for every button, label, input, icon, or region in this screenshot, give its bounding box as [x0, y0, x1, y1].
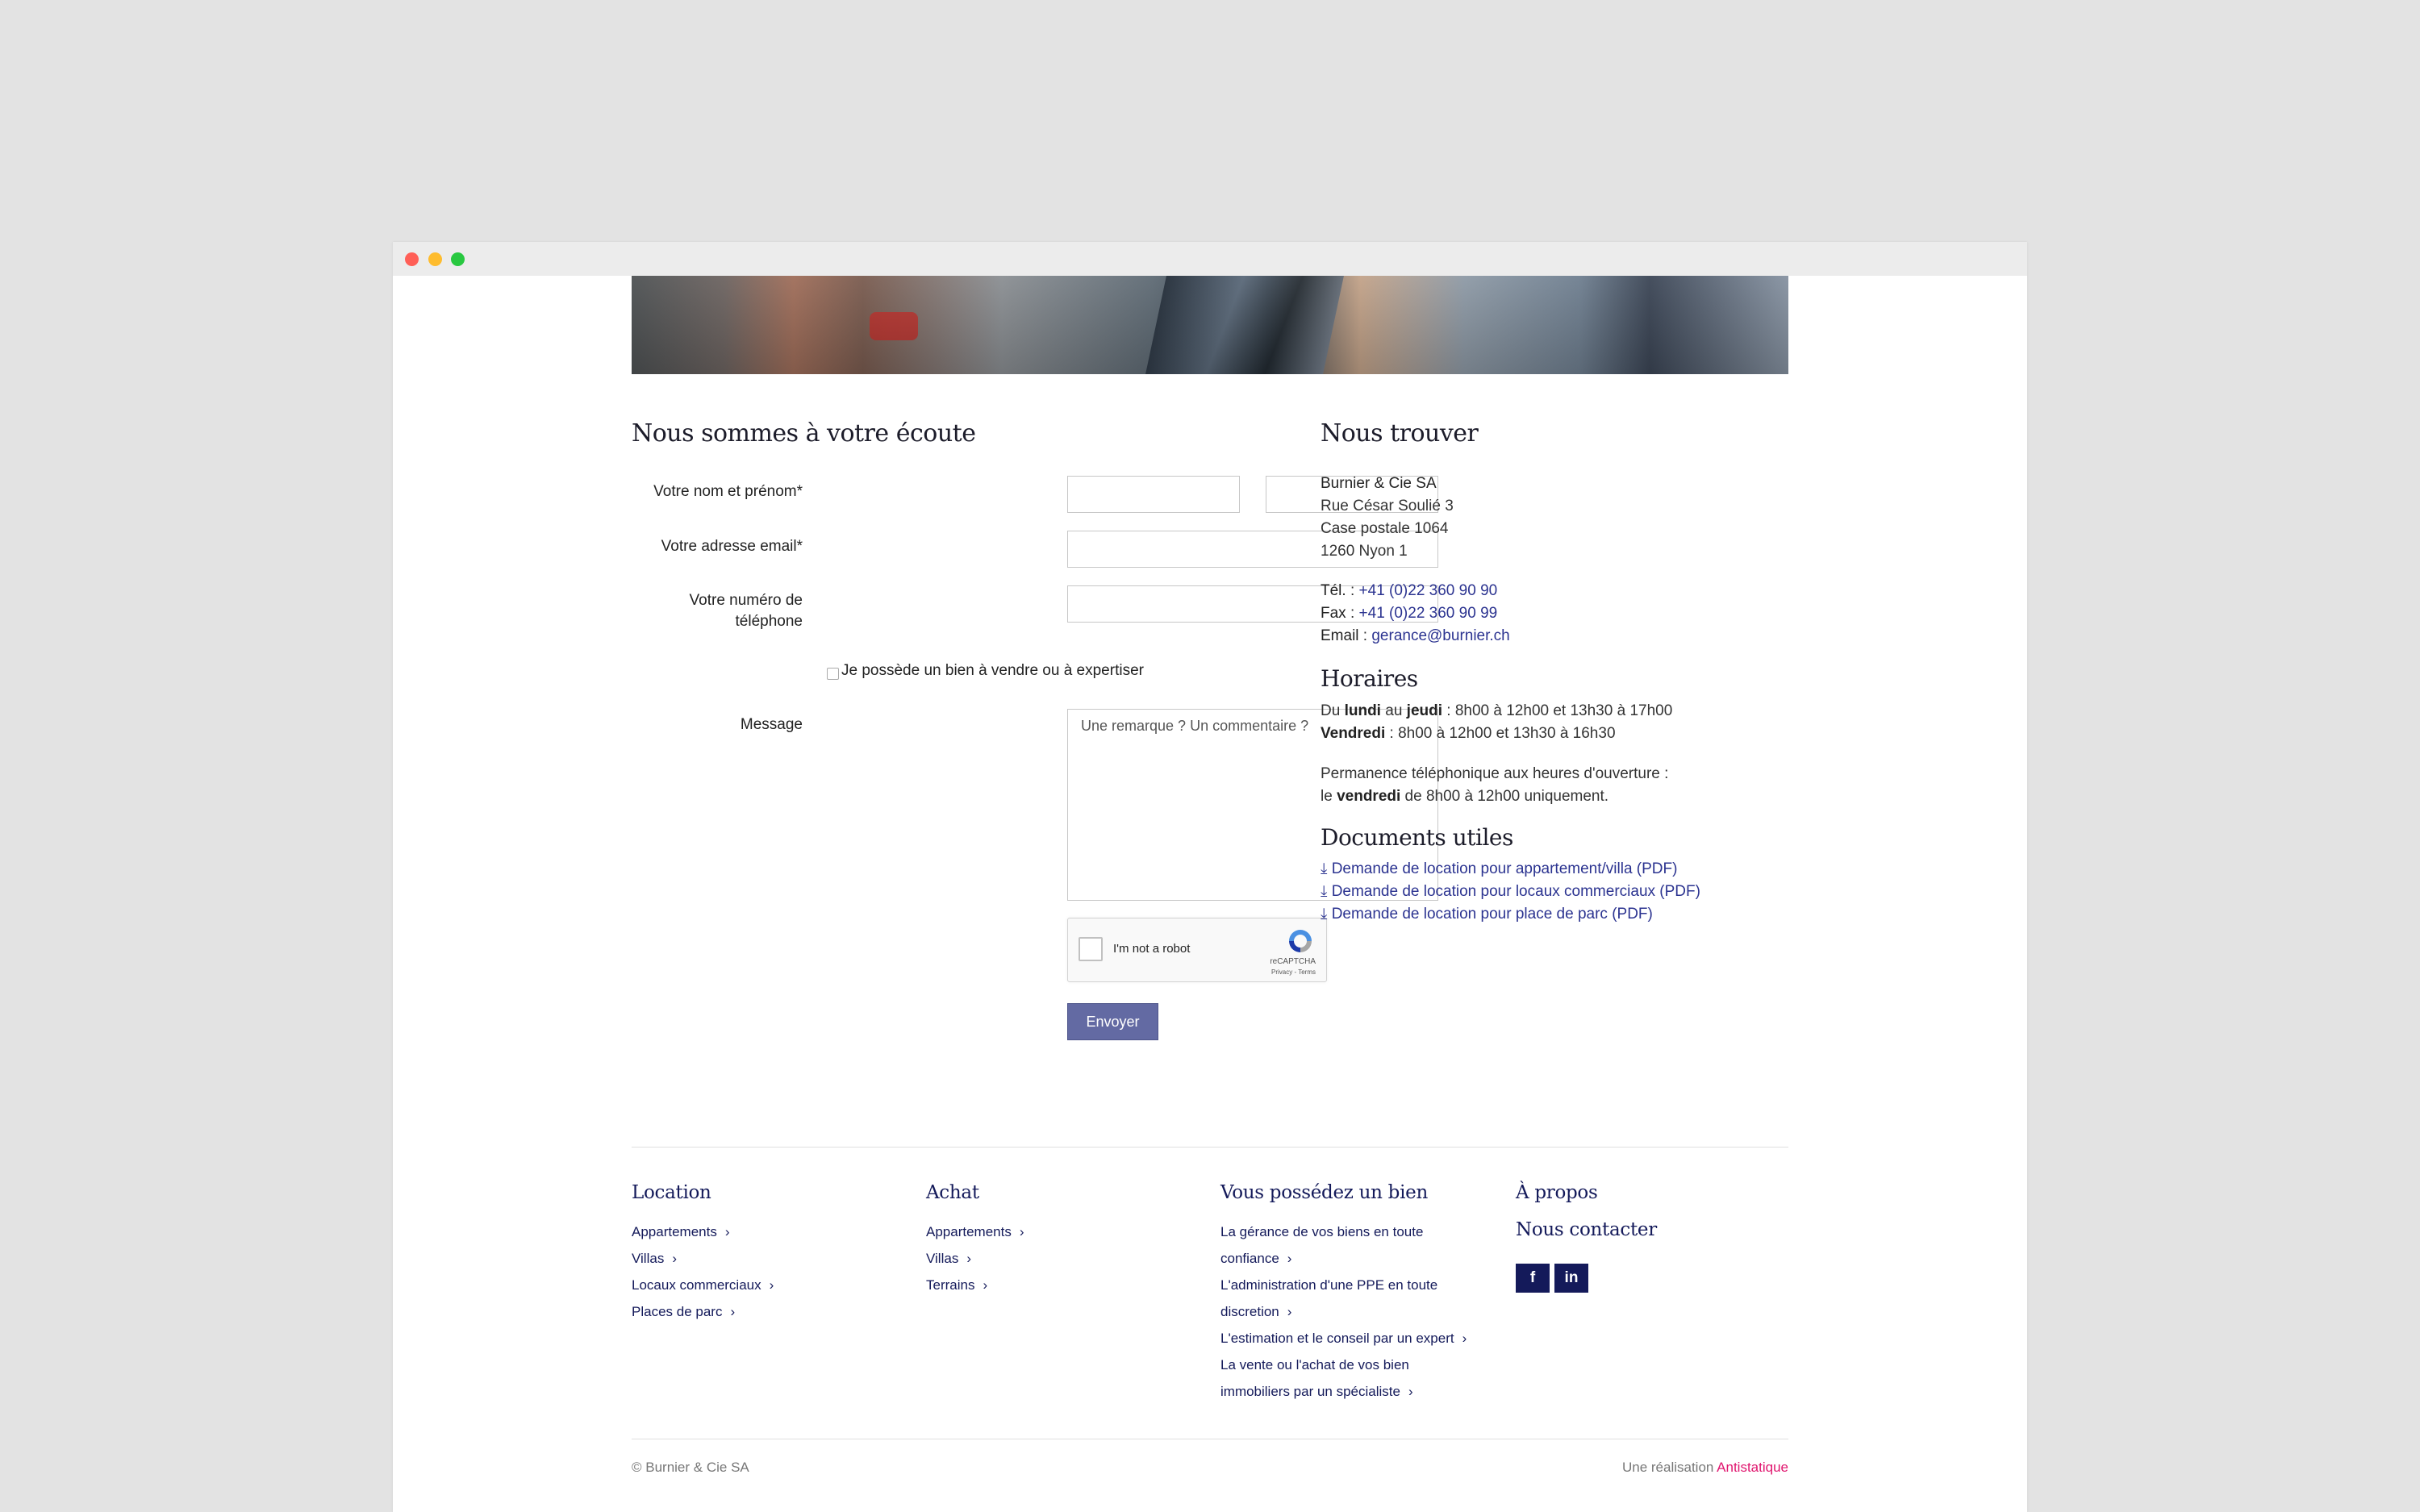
footer-link-achat-villas[interactable]: Villas › — [926, 1251, 971, 1267]
hero-image — [632, 276, 1788, 374]
credit: Une réalisation Antistatique — [1621, 1460, 1788, 1475]
address-block: Burnier & Cie SA Rue César Soulié 3 Case… — [1321, 473, 1454, 563]
footer-link-ppe[interactable]: L'administration d'une PPE en toute — [1220, 1277, 1437, 1293]
recaptcha-terms[interactable]: Privacy - Terms — [1271, 968, 1316, 976]
phone-label-line2: téléphone — [735, 613, 803, 630]
hours-title: Horaires — [1321, 665, 1418, 692]
linkedin-icon[interactable]: in — [1554, 1264, 1588, 1293]
recaptcha-logo-icon — [1289, 930, 1312, 952]
chevron-right-icon: › — [1019, 1224, 1024, 1239]
chevron-right-icon: › — [966, 1251, 971, 1266]
copyright: © Burnier & Cie SA — [632, 1460, 749, 1475]
document-link-2[interactable]: ⤓ Demande de location pour locaux commer… — [1321, 883, 1700, 901]
tel-link[interactable]: +41 (0)22 360 90 90 — [1359, 582, 1498, 599]
first-name-input[interactable] — [1067, 476, 1240, 513]
footer-link-ppe-cont[interactable]: discretion › — [1220, 1304, 1291, 1320]
minimize-window-button[interactable] — [428, 252, 442, 266]
chevron-right-icon: › — [724, 1224, 730, 1239]
footer-location-title[interactable]: Location — [632, 1182, 711, 1203]
footer-link-location-locaux[interactable]: Locaux commerciaux › — [632, 1277, 774, 1293]
form-title: Nous sommes à votre écoute — [632, 419, 976, 448]
recaptcha-widget: I'm not a robot reCAPTCHA Privacy - Term… — [1067, 918, 1327, 982]
credit-link[interactable]: Antistatique — [1717, 1460, 1788, 1475]
footer-separator — [632, 1147, 1788, 1148]
email-label-info: Email — [1321, 627, 1359, 644]
close-window-button[interactable] — [405, 252, 419, 266]
email-label: Votre adresse email* — [661, 538, 803, 555]
facebook-icon[interactable]: f — [1516, 1264, 1550, 1293]
contact-block: Tél. : +41 (0)22 360 90 90 Fax : +41 (0)… — [1321, 582, 1510, 644]
footer-link-location-parc[interactable]: Places de parc › — [632, 1304, 735, 1320]
city: 1260 Nyon 1 — [1321, 543, 1408, 560]
chevron-right-icon: › — [1287, 1304, 1292, 1319]
download-icon: ⤓ — [1321, 860, 1328, 877]
footer-link-location-villas[interactable]: Villas › — [632, 1251, 677, 1267]
maximize-window-button[interactable] — [451, 252, 465, 266]
footer-contact-link[interactable]: Nous contacter — [1516, 1219, 1657, 1240]
recaptcha-label: I'm not a robot — [1113, 942, 1191, 956]
chevron-right-icon: › — [730, 1304, 736, 1319]
chevron-right-icon: › — [1462, 1331, 1467, 1346]
contact-title: Nous trouver — [1321, 419, 1479, 448]
footer-link-vente-cont[interactable]: immobiliers par un spécialiste › — [1220, 1384, 1413, 1400]
download-icon: ⤓ — [1321, 906, 1328, 923]
footer-link-vente[interactable]: La vente ou l'achat de vos bien — [1220, 1357, 1409, 1373]
documents-title: Documents utiles — [1321, 824, 1513, 851]
chevron-right-icon: › — [1287, 1251, 1292, 1266]
po-box: Case postale 1064 — [1321, 520, 1449, 537]
chevron-right-icon: › — [983, 1277, 988, 1293]
document-link-1[interactable]: ⤓ Demande de location pour appartement/v… — [1321, 860, 1677, 878]
sell-property-label: Je possède un bien à vendre ou à experti… — [841, 662, 1144, 679]
email-link[interactable]: gerance@burnier.ch — [1371, 627, 1509, 644]
footer-link-achat-appartements[interactable]: Appartements › — [926, 1224, 1024, 1240]
window-titlebar — [393, 242, 2027, 276]
phone-label: Votre numéro de téléphone — [632, 590, 803, 632]
recaptcha-brand: reCAPTCHA — [1270, 957, 1316, 966]
footer-link-achat-terrains[interactable]: Terrains › — [926, 1277, 987, 1293]
street: Rue César Soulié 3 — [1321, 498, 1454, 514]
company-name: Burnier & Cie SA — [1321, 475, 1437, 492]
browser-window: Nous sommes à votre écoute Votre nom et … — [393, 242, 2027, 1512]
download-icon: ⤓ — [1321, 883, 1328, 900]
tel-label: Tél. — [1321, 582, 1346, 599]
recaptcha-checkbox[interactable] — [1079, 937, 1103, 961]
sell-property-checkbox[interactable] — [827, 668, 839, 680]
chevron-right-icon: › — [672, 1251, 677, 1266]
message-label: Message — [740, 716, 803, 733]
fax-link[interactable]: +41 (0)22 360 90 99 — [1359, 605, 1498, 622]
submit-button[interactable]: Envoyer — [1067, 1003, 1158, 1040]
footer-link-estimation[interactable]: L'estimation et le conseil par un expert… — [1220, 1331, 1467, 1347]
hours-block: Du lundi au jeudi : 8h00 à 12h00 et 13h3… — [1321, 702, 1673, 742]
name-label: Votre nom et prénom* — [653, 483, 803, 500]
document-link-3[interactable]: ⤓ Demande de location pour place de parc… — [1321, 906, 1653, 923]
footer-apropos-link[interactable]: À propos — [1516, 1182, 1598, 1203]
footer-link-location-appartements[interactable]: Appartements › — [632, 1224, 730, 1240]
chevron-right-icon: › — [1408, 1384, 1413, 1399]
phone-label-line1: Votre numéro de — [689, 592, 803, 609]
footer-bien-title[interactable]: Vous possédez un bien — [1220, 1182, 1428, 1203]
footer-achat-title[interactable]: Achat — [926, 1182, 979, 1203]
footer-link-gerance[interactable]: La gérance de vos biens en toute — [1220, 1224, 1423, 1240]
permanence-block: Permanence téléphonique aux heures d'ouv… — [1321, 765, 1669, 805]
page-content: Nous sommes à votre écoute Votre nom et … — [632, 276, 1788, 1512]
chevron-right-icon: › — [769, 1277, 774, 1293]
fax-label: Fax — [1321, 605, 1346, 622]
footer-link-gerance-cont[interactable]: confiance › — [1220, 1251, 1291, 1267]
